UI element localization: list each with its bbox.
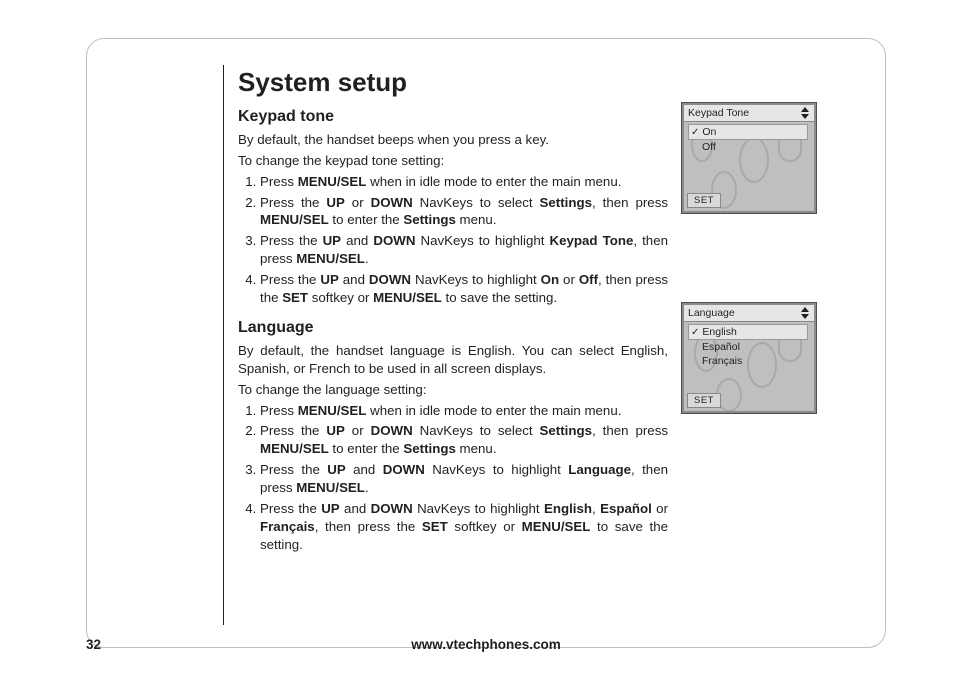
updown-icon <box>801 107 810 119</box>
screen-title: Keypad Tone <box>688 107 749 119</box>
option-label: On <box>702 126 716 138</box>
s2-step3: Press the UP and DOWN NavKeys to highlig… <box>260 461 668 497</box>
s1-step3: Press the UP and DOWN NavKeys to highlig… <box>260 232 668 268</box>
s2-step2: Press the UP or DOWN NavKeys to select S… <box>260 422 668 458</box>
s2-step4: Press the UP and DOWN NavKeys to highlig… <box>260 500 668 554</box>
softkey-set: SET <box>687 393 721 408</box>
check-icon: ✓ <box>691 127 699 138</box>
s1-step4: Press the UP and DOWN NavKeys to highlig… <box>260 271 668 307</box>
language-screen: Language ✓ English Español Français SET <box>682 303 816 413</box>
page-number: 32 <box>86 637 101 652</box>
section-heading-keypad-tone: Keypad tone <box>238 106 668 128</box>
s1-step1: Press MENU/SEL when in idle mode to ente… <box>260 173 668 191</box>
option-label: English <box>702 326 736 338</box>
s1-intro2: To change the keypad tone setting: <box>238 152 668 170</box>
s2-step1: Press MENU/SEL when in idle mode to ente… <box>260 402 668 420</box>
screen-title-bar: Language <box>684 305 814 322</box>
screen-title-bar: Keypad Tone <box>684 105 814 122</box>
option-label: Français <box>702 355 742 367</box>
page-title: System setup <box>238 65 668 100</box>
manual-page: System setup Keypad tone By default, the… <box>86 38 886 648</box>
softkey-set: SET <box>687 193 721 208</box>
s2-steps: Press MENU/SEL when in idle mode to ente… <box>238 402 668 555</box>
check-icon: ✓ <box>691 327 699 338</box>
option-label: Español <box>702 341 740 353</box>
s1-intro1: By default, the handset beeps when you p… <box>238 131 668 149</box>
keypad-tone-screen: Keypad Tone ✓ On Off SET <box>682 103 816 213</box>
s1-step2: Press the UP or DOWN NavKeys to select S… <box>260 194 668 230</box>
s2-intro1: By default, the handset language is Engl… <box>238 342 668 378</box>
option-francais: Français <box>688 354 814 368</box>
screen-title: Language <box>688 307 735 319</box>
option-on: ✓ On <box>688 124 808 140</box>
main-column: System setup Keypad tone By default, the… <box>238 65 668 629</box>
updown-icon <box>801 307 810 319</box>
section-heading-language: Language <box>238 317 668 339</box>
option-label: Off <box>702 141 716 153</box>
option-espanol: Español <box>688 340 814 354</box>
right-column: Keypad Tone ✓ On Off SET <box>682 65 850 629</box>
s2-intro2: To change the language setting: <box>238 381 668 399</box>
option-off: Off <box>688 140 814 154</box>
option-english: ✓ English <box>688 324 808 340</box>
s1-steps: Press MENU/SEL when in idle mode to ente… <box>238 173 668 308</box>
footer-url: www.vtechphones.com <box>86 637 886 652</box>
vertical-rule <box>223 65 224 625</box>
